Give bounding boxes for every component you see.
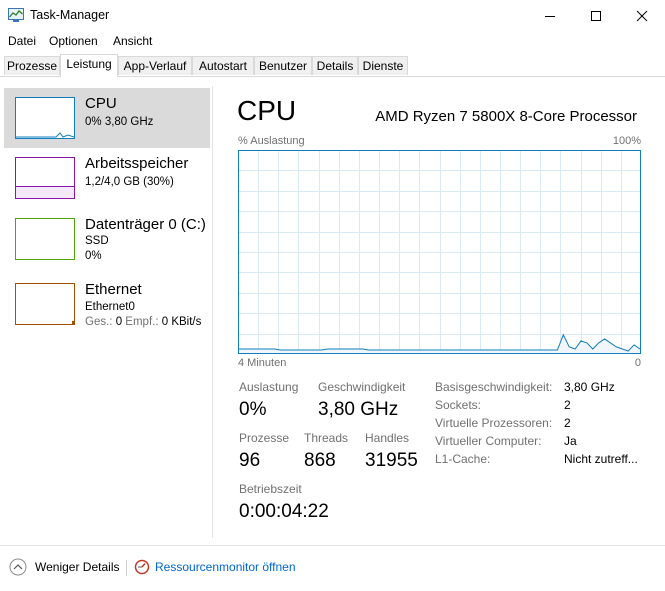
resource-cpu-detail: 0% 3,80 GHz <box>85 116 154 128</box>
graph-x-end-label: 0 <box>634 357 641 369</box>
tab-app-verlauf[interactable]: App-Verlauf <box>118 56 192 75</box>
info-value-virtual-processors: 2 <box>564 416 571 430</box>
send-label: Ges.: <box>85 316 113 328</box>
resource-disk-usage: 0% <box>85 250 102 262</box>
speed-value: 3,80 GHz <box>318 399 399 420</box>
info-value-l1-cache: Nicht zutreff... <box>564 452 638 466</box>
tab-autostart[interactable]: Autostart <box>192 56 254 75</box>
resource-ethernet-rates: Ges.: 0 Empf.: 0 KBit/s <box>85 316 201 328</box>
resource-disk-title: Datenträger 0 (C:) <box>85 216 206 233</box>
receive-value: 0 KBit/s <box>161 316 202 328</box>
window-title: Task-Manager <box>30 8 110 22</box>
info-value-virtual-machine: Ja <box>564 434 577 448</box>
uptime-value: 0:00:04:22 <box>239 501 329 522</box>
graph-y-axis-label: % Auslastung <box>238 135 305 147</box>
memory-thumbnail-graph <box>15 157 75 199</box>
resource-memory-detail: 1,2/4,0 GB (30%) <box>85 176 174 188</box>
tab-prozesse[interactable]: Prozesse <box>4 56 60 75</box>
graph-x-span-label: 4 Minuten <box>238 357 287 369</box>
utilization-label: Auslastung <box>239 380 299 394</box>
chevron-up-icon <box>9 558 27 576</box>
resource-monitor-icon <box>134 559 150 575</box>
cpu-usage-graph <box>238 150 641 354</box>
resource-cpu-title: CPU <box>85 95 117 112</box>
footer-divider <box>0 545 665 546</box>
graph-y-max-label: 100% <box>612 135 641 147</box>
resource-memory[interactable]: Arbeitsspeicher 1,2/4,0 GB (30%) <box>4 148 210 208</box>
pane-divider <box>212 86 213 538</box>
utilization-value: 0% <box>239 399 267 420</box>
info-value-sockets: 2 <box>564 398 571 412</box>
page-title: CPU <box>237 95 297 126</box>
uptime-label: Betriebszeit <box>239 482 302 496</box>
menu-datei[interactable]: Datei <box>8 34 36 48</box>
resource-cpu[interactable]: CPU 0% 3,80 GHz <box>4 88 210 148</box>
info-label-l1-cache: L1-Cache: <box>435 452 491 466</box>
resource-monitor-label: Ressourcenmonitor öffnen <box>155 560 296 574</box>
resource-ethernet-title: Ethernet <box>85 281 142 298</box>
processes-label: Prozesse <box>239 431 290 445</box>
processor-name: AMD Ryzen 7 5800X 8-Core Processor <box>375 108 637 125</box>
close-icon <box>636 10 648 22</box>
minimize-button[interactable] <box>527 0 573 32</box>
info-value-base-speed: 3,80 GHz <box>564 380 615 394</box>
menu-optionen[interactable]: Optionen <box>49 34 98 48</box>
task-manager-icon <box>8 8 24 22</box>
resource-disk[interactable]: Datenträger 0 (C:) SSD 0% <box>4 209 210 269</box>
resource-list: CPU 0% 3,80 GHz Arbeitsspeicher 1,2/4,0 … <box>0 86 212 538</box>
resource-ethernet-adapter: Ethernet0 <box>85 301 135 313</box>
tab-dienste[interactable]: Dienste <box>358 56 408 75</box>
footer-separator <box>126 560 127 576</box>
tab-benutzer[interactable]: Benutzer <box>254 56 312 75</box>
maximize-button[interactable] <box>573 0 619 32</box>
ethernet-thumbnail-graph <box>15 283 75 325</box>
disk-thumbnail-graph <box>15 218 75 260</box>
menu-ansicht[interactable]: Ansicht <box>113 34 152 48</box>
maximize-icon <box>591 11 601 21</box>
fewer-details-button[interactable]: Weniger Details <box>8 557 128 579</box>
info-label-sockets: Sockets: <box>435 398 482 412</box>
resource-memory-title: Arbeitsspeicher <box>85 155 189 172</box>
info-label-virtual-machine: Virtueller Computer: <box>435 434 542 448</box>
info-label-virtual-processors: Virtuelle Prozessoren: <box>435 416 553 430</box>
resource-ethernet[interactable]: Ethernet Ethernet0 Ges.: 0 Empf.: 0 KBit… <box>4 274 210 334</box>
close-button[interactable] <box>619 0 665 32</box>
threads-label: Threads <box>304 431 349 445</box>
resource-disk-type: SSD <box>85 235 109 247</box>
title-bar: Task-Manager <box>0 0 665 32</box>
tab-bar: Prozesse Leistung App-Verlauf Autostart … <box>0 54 665 77</box>
tab-leistung[interactable]: Leistung <box>60 54 118 77</box>
processes-value: 96 <box>239 450 261 471</box>
fewer-details-label: Weniger Details <box>35 560 120 574</box>
handles-label: Handles <box>365 431 410 445</box>
handles-value: 31955 <box>365 450 418 471</box>
tab-details[interactable]: Details <box>312 56 358 75</box>
send-value: 0 <box>115 316 123 328</box>
cpu-thumbnail-graph <box>15 97 75 139</box>
speed-label: Geschwindigkeit <box>318 380 406 394</box>
minimize-icon <box>545 16 555 17</box>
info-label-base-speed: Basisgeschwindigkeit: <box>435 380 553 394</box>
threads-value: 868 <box>304 450 336 471</box>
menu-bar: Datei Optionen Ansicht <box>0 32 665 52</box>
receive-label: Empf.: <box>125 316 159 328</box>
open-resource-monitor-link[interactable]: Ressourcenmonitor öffnen <box>134 557 304 579</box>
